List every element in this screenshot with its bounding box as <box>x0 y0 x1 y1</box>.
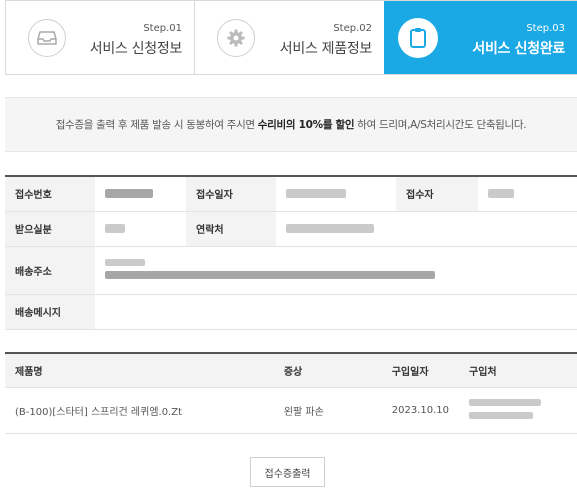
receipt-no-label: 접수번호 <box>5 176 95 212</box>
symptom-cell: 왼팔 파손 <box>273 387 382 434</box>
table-row: 배송주소 <box>5 246 577 295</box>
step-3-label: 서비스 신청완료 <box>472 41 565 57</box>
notice-text-before: 접수증을 출력 후 제품 발송 시 동봉하여 주시면 <box>55 119 255 131</box>
print-receipt-button[interactable]: 접수증출력 <box>250 457 325 487</box>
product-table: 제품명 증상 구입일자 구입처 (B-100)[스타터] 스프리건 레퀴엠.0.… <box>5 352 577 434</box>
table-row: (B-100)[스타터] 스프리건 레퀴엠.0.Zt 왼팔 파손 2023.10… <box>5 387 577 434</box>
address-label: 배송주소 <box>5 246 95 295</box>
receipt-date-value <box>276 176 396 212</box>
col-purchase-date: 구입일자 <box>381 353 459 388</box>
step-indicator: Step.01 서비스 신청정보 Step.02 서비스 제품정보 Step.0… <box>5 0 577 75</box>
message-value <box>95 294 577 330</box>
table-row: 배송메시지 <box>5 294 577 330</box>
notice-text-bold: 수리비의 10%를 할인 <box>257 119 355 131</box>
receipt-date-label: 접수일자 <box>186 176 276 212</box>
col-purchase-place: 구입처 <box>459 353 577 388</box>
contact-label: 연락처 <box>186 211 276 247</box>
address-value <box>95 246 577 295</box>
step-2-label: 서비스 제품정보 <box>279 41 373 57</box>
product-name-cell: (B-100)[스타터] 스프리건 레퀴엠.0.Zt <box>5 387 274 434</box>
discount-notice: 접수증을 출력 후 제품 발송 시 동봉하여 주시면 수리비의 10%를 할인 … <box>5 97 577 152</box>
gear-icon <box>217 19 255 57</box>
purchase-date-cell: 2023.10.10 <box>381 387 459 434</box>
notice-text-after: 하여 드리며,A/S처리시간도 단축됩니다. <box>357 119 527 131</box>
step-3-number: Step.03 <box>526 23 565 34</box>
step-1-number: Step.01 <box>143 23 182 34</box>
step-1: Step.01 서비스 신청정보 <box>6 1 195 74</box>
col-symptom: 증상 <box>273 353 382 388</box>
step-1-label: 서비스 신청정보 <box>89 41 183 57</box>
receipt-no-value <box>95 176 186 212</box>
recipient-label: 받으실분 <box>5 211 95 247</box>
step-3-active: Step.03 서비스 신청완료 <box>384 1 577 74</box>
step-2: Step.02 서비스 제품정보 <box>195 1 384 74</box>
recipient-value <box>95 211 186 247</box>
tray-icon <box>28 19 66 57</box>
col-product-name: 제품명 <box>5 353 274 388</box>
contact-value <box>276 211 577 247</box>
table-row: 접수번호 접수일자 접수자 <box>5 176 577 212</box>
receiver-value <box>478 176 577 212</box>
receipt-info-table: 접수번호 접수일자 접수자 받으실분 연락처 배송주소 배송메시지 <box>5 175 577 330</box>
table-header-row: 제품명 증상 구입일자 구입처 <box>5 353 577 388</box>
step-2-number: Step.02 <box>333 23 372 34</box>
purchase-place-cell <box>459 387 577 434</box>
receiver-label: 접수자 <box>396 176 478 212</box>
clipboard-icon <box>398 18 438 58</box>
table-row: 받으실분 연락처 <box>5 211 577 247</box>
message-label: 배송메시지 <box>5 294 95 330</box>
